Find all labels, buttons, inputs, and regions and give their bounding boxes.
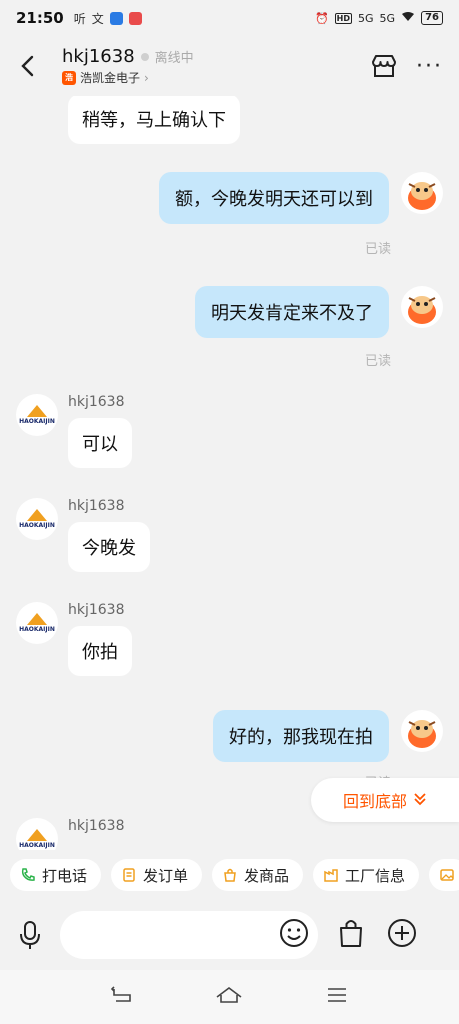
send-order-chip[interactable]: 发订单 <box>111 859 203 891</box>
chat-header: hkj1638 离线中 浩 浩凯金电子 › ··· <box>0 36 459 96</box>
home-icon <box>217 987 242 1003</box>
read-receipt: 已读 <box>364 354 391 369</box>
message-outgoing: 明天发肯定来不及了 <box>195 286 443 338</box>
message-bubble[interactable]: 额，今晚发明天还可以到 <box>159 172 389 224</box>
more-actions-button[interactable] <box>386 917 418 953</box>
nav-back-button[interactable] <box>110 985 134 1009</box>
online-status: 离线中 <box>154 51 194 66</box>
message-incoming: HAOKAIJIN hkj1638 可以 <box>16 394 132 468</box>
user-avatar[interactable] <box>401 286 443 328</box>
plus-circle-icon <box>388 919 416 947</box>
sender-name: hkj1638 <box>68 818 125 834</box>
send-product-chip[interactable]: 发商品 <box>212 859 304 891</box>
factory-icon <box>324 869 338 882</box>
nav-back-icon <box>111 986 131 1002</box>
nav-home-button[interactable] <box>214 985 244 1009</box>
emoji-icon <box>280 919 308 947</box>
quick-action-bar[interactable]: 打电话 发订单 发商品 工厂信息 <box>0 850 459 900</box>
more-icon: ··· <box>416 53 443 79</box>
chat-area[interactable]: 稍等，马上确认下 额，今晚发明天还可以到 已读 明天发肯定来不及了 已读 HAO… <box>0 0 459 850</box>
message-bubble[interactable]: 你拍 <box>68 626 132 676</box>
message-incoming: HAOKAIJIN hkj1638 你拍 <box>16 602 132 676</box>
message-bubble[interactable]: 好的，那我现在拍 <box>213 710 389 762</box>
offline-dot <box>140 52 149 61</box>
message-outgoing: 好的，那我现在拍 <box>213 710 443 762</box>
seller-avatar[interactable]: HAOKAIJIN <box>16 818 58 850</box>
voice-button[interactable] <box>0 919 60 951</box>
shopping-bag-icon <box>340 920 362 947</box>
shop-name: 浩凯金电子 <box>80 71 141 85</box>
back-to-bottom-button[interactable]: 回到底部 <box>311 778 459 822</box>
logo-icon <box>27 405 47 417</box>
system-nav-bar <box>0 970 459 1024</box>
read-receipt: 已读 <box>364 242 391 257</box>
sender-name: hkj1638 <box>68 498 125 514</box>
seller-avatar[interactable]: HAOKAIJIN <box>16 498 58 540</box>
sender-name: hkj1638 <box>68 394 125 410</box>
image-chip[interactable] <box>429 859 459 891</box>
user-avatar[interactable] <box>401 710 443 752</box>
menu-icon <box>327 988 346 1002</box>
chat-title-block[interactable]: hkj1638 离线中 浩 浩凯金电子 › <box>62 46 194 86</box>
chevron-right-icon: › <box>144 70 149 85</box>
order-icon <box>123 868 135 882</box>
message-incoming: HAOKAIJIN hkj1638 <box>16 818 125 850</box>
nav-recents-button[interactable] <box>325 985 349 1009</box>
emoji-button[interactable] <box>278 917 310 953</box>
chevron-left-icon <box>21 55 34 77</box>
phone-icon <box>21 868 35 881</box>
more-button[interactable]: ··· <box>416 54 443 79</box>
seller-avatar[interactable]: HAOKAIJIN <box>16 602 58 644</box>
message-outgoing: 额，今晚发明天还可以到 <box>159 172 443 224</box>
logo-icon <box>27 829 47 841</box>
message-input[interactable] <box>76 925 276 945</box>
message-bubble[interactable]: 稍等，马上确认下 <box>68 94 240 144</box>
message-bubble[interactable]: 明天发肯定来不及了 <box>195 286 389 338</box>
shop-logo-icon: 浩 <box>62 70 76 85</box>
product-button[interactable] <box>338 917 364 953</box>
factory-info-chip[interactable]: 工厂信息 <box>313 859 420 891</box>
input-bar <box>0 900 459 970</box>
user-avatar[interactable] <box>401 172 443 214</box>
seller-avatar[interactable]: HAOKAIJIN <box>16 394 58 436</box>
message-incoming: HAOKAIJIN hkj1638 今晚发 <box>16 498 150 572</box>
message-bubble[interactable]: 可以 <box>68 418 132 468</box>
message-bubble[interactable]: 今晚发 <box>68 522 150 572</box>
message-input-box[interactable] <box>60 911 318 959</box>
call-chip[interactable]: 打电话 <box>10 859 102 891</box>
store-button[interactable] <box>370 53 398 79</box>
back-to-bottom-label: 回到底部 <box>342 792 407 811</box>
logo-icon <box>27 613 47 625</box>
shop-link[interactable]: 浩 浩凯金电子 › <box>62 69 194 86</box>
back-button[interactable] <box>0 36 56 96</box>
sender-name: hkj1638 <box>68 602 125 618</box>
double-chevron-down-icon <box>413 791 427 810</box>
bag-icon <box>224 868 236 882</box>
microphone-icon <box>20 921 40 949</box>
store-icon <box>372 55 397 77</box>
logo-icon <box>27 509 47 521</box>
image-icon <box>440 869 454 881</box>
contact-name: hkj1638 <box>62 46 135 67</box>
